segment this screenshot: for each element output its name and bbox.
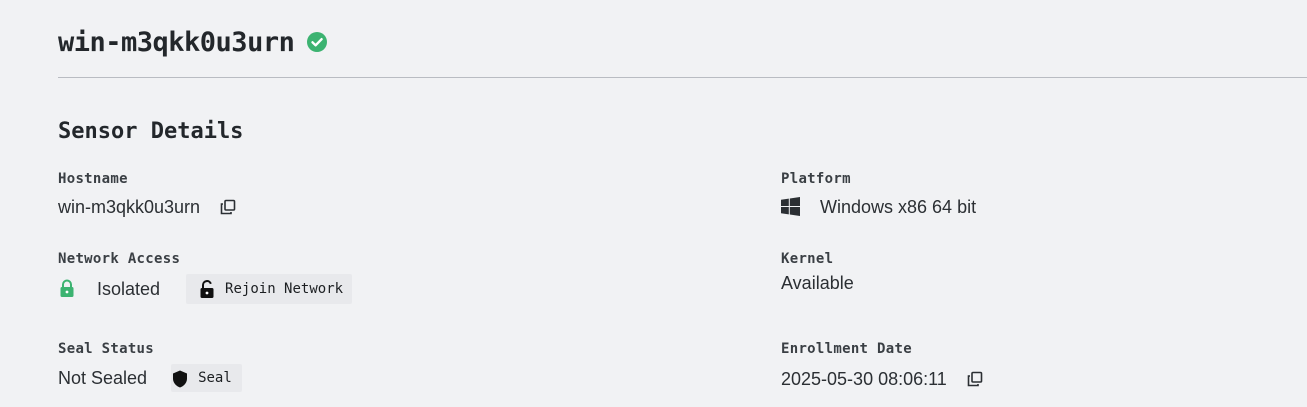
page-title: win-m3qkk0u3urn (58, 26, 295, 58)
check-circle-icon (306, 31, 328, 53)
seal-status-field: Seal Status Not Sealed Seal (58, 341, 242, 395)
seal-label: Seal (198, 370, 232, 386)
copy-icon[interactable] (218, 197, 238, 217)
enrollment-date-label: Enrollment Date (781, 341, 912, 357)
lock-icon (58, 279, 78, 299)
kernel-value: Available (781, 272, 854, 293)
shield-icon (171, 369, 189, 388)
kernel-label: Kernel (781, 251, 834, 267)
hostname-label: Hostname (58, 171, 128, 187)
header-divider (58, 77, 1307, 78)
sensor-header: win-m3qkk0u3urn (58, 24, 328, 60)
windows-icon (781, 197, 801, 217)
rejoin-network-label: Rejoin Network (225, 281, 344, 297)
hostname-value: win-m3qkk0u3urn (58, 196, 201, 217)
platform-label: Platform (781, 171, 851, 187)
copy-icon[interactable] (965, 369, 985, 389)
network-access-field: Network Access Isolated Rejoin Network (58, 251, 353, 307)
seal-status-label: Seal Status (58, 341, 155, 357)
platform-field: Platform Windows x86 64 bit (781, 171, 976, 221)
rejoin-network-button[interactable]: Rejoin Network (186, 274, 353, 304)
kernel-field: Kernel Available (781, 251, 854, 297)
enrollment-date-value: 2025-05-30 08:06:11 (781, 368, 947, 389)
network-access-value: Isolated (97, 278, 161, 299)
unlock-icon (198, 280, 216, 298)
seal-status-value: Not Sealed (58, 367, 148, 388)
section-title: Sensor Details (58, 119, 244, 144)
enrollment-date-field: Enrollment Date 2025-05-30 08:06:11 (781, 341, 985, 393)
hostname-field: Hostname win-m3qkk0u3urn (58, 171, 238, 221)
network-access-label: Network Access (58, 251, 181, 267)
platform-value: Windows x86 64 bit (820, 196, 977, 217)
seal-button[interactable]: Seal (171, 364, 242, 392)
